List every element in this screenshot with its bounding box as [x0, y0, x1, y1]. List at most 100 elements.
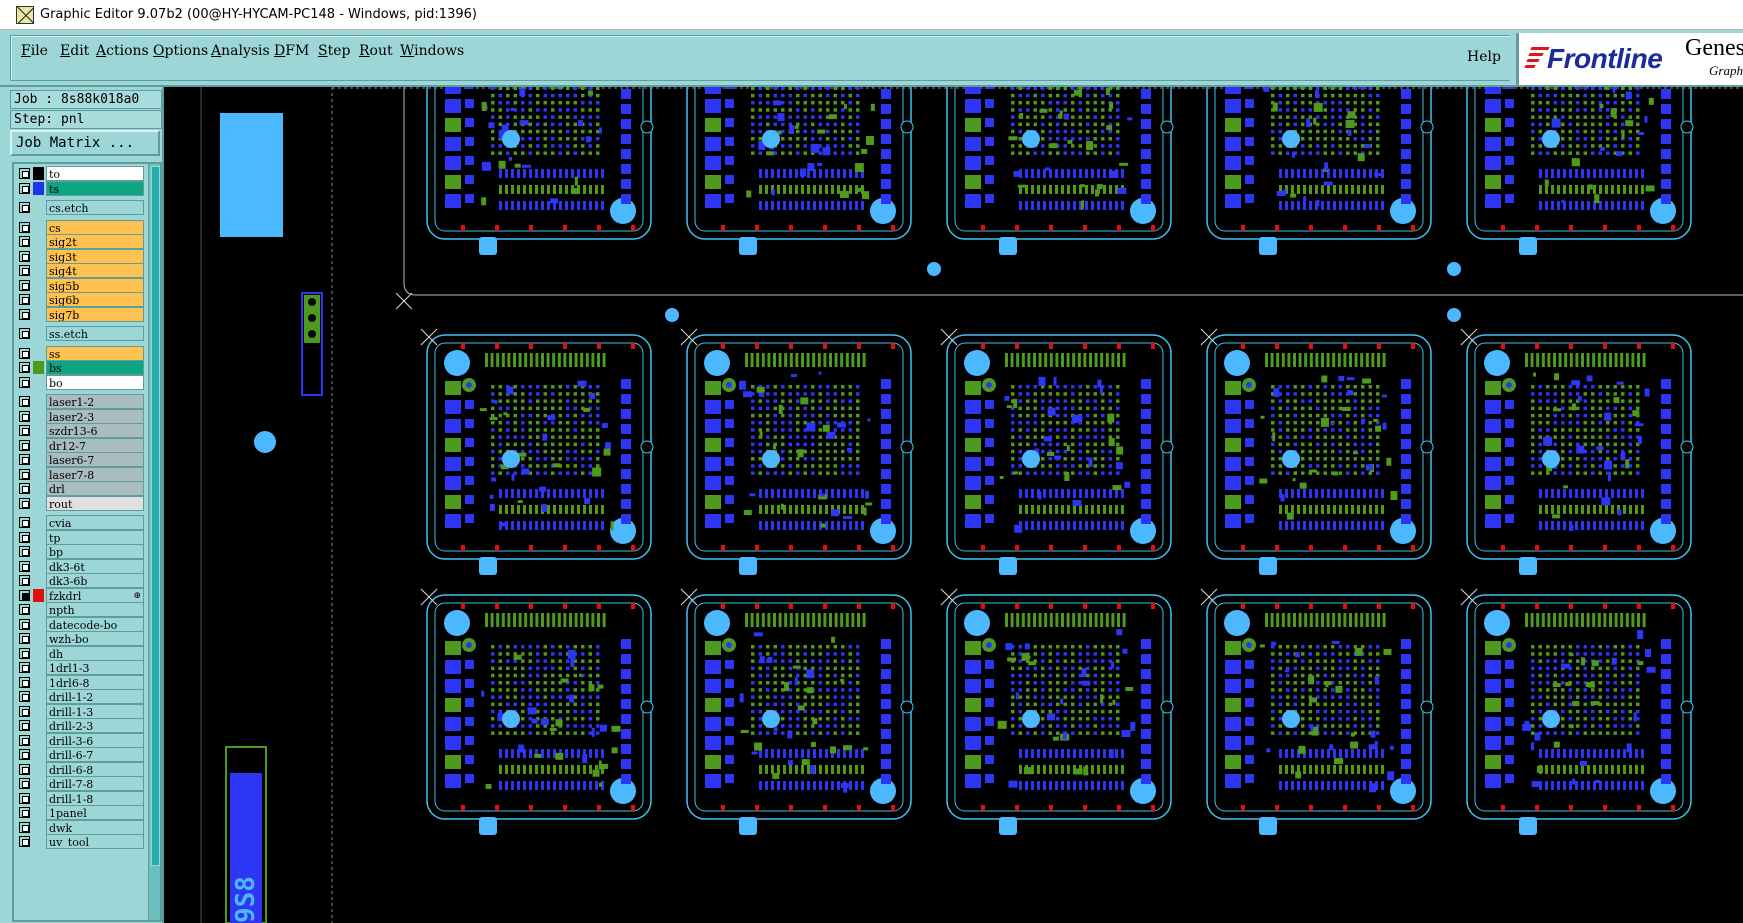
layer-row[interactable]: drill-1-8 — [14, 790, 146, 806]
layer-row[interactable]: cvia — [14, 515, 146, 530]
layer-name[interactable]: cvia — [46, 515, 144, 530]
layer-row[interactable]: drill-1-2 — [14, 689, 146, 704]
menu-help[interactable]: Help — [1467, 49, 1501, 65]
layer-checkbox[interactable] — [19, 633, 30, 644]
menu-options[interactable]: Options — [153, 43, 208, 59]
layer-name[interactable]: dk3-6t — [46, 558, 144, 574]
layer-checkbox[interactable] — [19, 749, 30, 760]
layer-name[interactable]: dwk — [46, 819, 144, 835]
layer-color-swatch[interactable] — [33, 167, 44, 180]
layer-checkbox[interactable] — [19, 265, 30, 276]
layer-row[interactable]: sig2t — [14, 234, 146, 249]
layer-row[interactable]: laser6-7 — [14, 452, 146, 467]
layer-color-swatch[interactable] — [33, 361, 44, 374]
layer-row[interactable]: dk3-6t — [14, 558, 146, 574]
layer-name[interactable]: drill-2-3 — [46, 718, 144, 733]
layer-row[interactable]: sig3t — [14, 248, 146, 264]
job-matrix-button[interactable]: Job Matrix ... — [10, 130, 160, 156]
layer-checkbox[interactable] — [19, 376, 30, 388]
layer-name[interactable]: drill-1-8 — [46, 790, 144, 806]
layer-row[interactable]: cs.etch — [14, 200, 146, 215]
layer-row[interactable]: drl — [14, 481, 146, 496]
layer-row[interactable]: 1panel — [14, 805, 146, 820]
menu-actions[interactable]: Actions — [96, 43, 149, 59]
layer-row[interactable]: drill-6-7 — [14, 747, 146, 762]
layer-checkbox[interactable] — [19, 705, 30, 717]
panel-drawing[interactable]: 9S8 — [164, 87, 1743, 923]
layer-checkbox[interactable] — [19, 734, 30, 746]
layer-row[interactable]: laser1-2 — [14, 394, 146, 409]
layer-row[interactable]: sig4t — [14, 263, 146, 278]
layer-row[interactable]: szdr13-6 — [14, 423, 146, 438]
layer-name[interactable]: dh — [46, 645, 144, 661]
layer-row[interactable]: drill-2-3 — [14, 718, 146, 733]
layer-checkbox[interactable] — [19, 279, 30, 291]
menu-dfm[interactable]: DFM — [274, 43, 309, 59]
layer-row[interactable]: rout — [14, 495, 146, 511]
layer-row[interactable]: drill-6-8 — [14, 761, 146, 777]
layer-name[interactable]: drill-1-2 — [46, 689, 144, 704]
layer-name[interactable]: bp — [46, 544, 144, 559]
layer-name[interactable]: drill-3-6 — [46, 732, 144, 748]
layer-name[interactable]: uv_tool — [46, 834, 144, 849]
layer-row[interactable]: dk3-6b — [14, 573, 146, 588]
layer-name[interactable]: drill-6-8 — [46, 761, 144, 777]
layer-checkbox[interactable] — [19, 807, 30, 818]
layer-name[interactable]: drill-7-8 — [46, 776, 144, 791]
layer-row[interactable]: drill-1-3 — [14, 703, 146, 719]
layer-checkbox[interactable] — [19, 792, 30, 804]
layer-checkbox[interactable] — [19, 168, 30, 179]
layer-row[interactable]: cs — [14, 219, 146, 235]
layer-name[interactable]: sig5b — [46, 277, 144, 293]
menu-rout[interactable]: Rout — [359, 43, 393, 59]
layer-row[interactable]: dh — [14, 645, 146, 661]
layer-checkbox[interactable] — [19, 236, 30, 247]
layer-name[interactable]: ss.etch — [46, 326, 144, 341]
layer-row[interactable]: 1drl6-8 — [14, 674, 146, 690]
layer-row[interactable]: laser7-8 — [14, 466, 146, 482]
layer-checkbox[interactable] — [19, 778, 30, 789]
menu-windows[interactable]: Windows — [400, 43, 464, 59]
layer-checkbox[interactable] — [19, 308, 30, 320]
layer-checkbox[interactable] — [19, 202, 30, 213]
layer-row[interactable]: sig5b — [14, 277, 146, 293]
layer-row[interactable]: wzh-bo — [14, 631, 146, 646]
layer-name[interactable]: laser6-7 — [46, 452, 144, 467]
layer-name[interactable]: drl — [46, 481, 144, 496]
layer-name[interactable]: fzkdrl ⊕ — [46, 587, 144, 603]
layer-name[interactable]: rout — [46, 495, 144, 511]
layer-name[interactable]: bs — [46, 360, 144, 375]
layer-name[interactable]: laser1-2 — [46, 394, 144, 409]
layer-checkbox[interactable] — [19, 497, 30, 509]
layer-name[interactable]: dk3-6b — [46, 573, 144, 588]
layer-checkbox[interactable] — [19, 439, 30, 451]
layer-name[interactable]: drill-1-3 — [46, 703, 144, 719]
layer-checkbox[interactable] — [19, 483, 30, 494]
layer-checkbox[interactable] — [19, 347, 30, 359]
layer-checkbox[interactable] — [19, 691, 30, 702]
layer-row[interactable]: bs — [14, 360, 146, 375]
layer-row[interactable]: laser2-3 — [14, 408, 146, 424]
layer-row[interactable]: drill-7-8 — [14, 776, 146, 791]
layer-name[interactable]: tp — [46, 529, 144, 545]
layer-checkbox[interactable] — [19, 468, 30, 480]
menu-edit[interactable]: Edit — [60, 43, 89, 59]
layer-checkbox[interactable] — [19, 221, 30, 233]
layer-checkbox[interactable] — [19, 410, 30, 422]
layer-checkbox[interactable] — [19, 575, 30, 586]
layer-name[interactable]: laser7-8 — [46, 466, 144, 482]
layer-name[interactable]: dr12-7 — [46, 437, 144, 453]
layer-checkbox[interactable] — [19, 604, 30, 615]
layer-name[interactable]: drill-6-7 — [46, 747, 144, 762]
layer-checkbox[interactable] — [19, 294, 30, 305]
layer-checkbox[interactable] — [19, 250, 30, 262]
layer-checkbox[interactable] — [19, 763, 30, 775]
layer-color-swatch[interactable] — [33, 181, 44, 195]
layer-list-scrollbar[interactable] — [148, 164, 160, 920]
layer-checkbox[interactable] — [19, 328, 30, 339]
layer-row[interactable]: uv_tool — [14, 834, 146, 849]
layer-checkbox[interactable] — [19, 546, 30, 557]
layer-checkbox[interactable] — [19, 662, 30, 673]
layer-row[interactable]: ss.etch — [14, 326, 146, 341]
layer-checkbox[interactable] — [19, 676, 30, 688]
